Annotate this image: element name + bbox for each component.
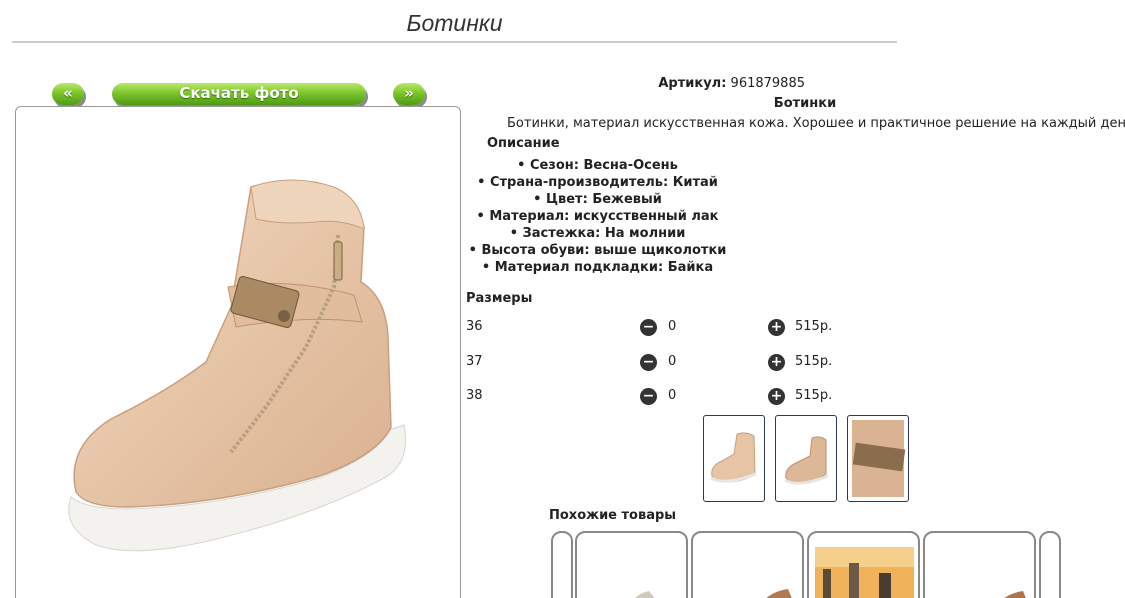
feature-item: Застежка: На молнии [465,225,730,242]
product-photo [68,179,406,552]
prev-photo-button[interactable]: « [52,83,84,105]
thumbnail-image [784,436,829,485]
photo-thumbnail[interactable] [847,415,909,502]
feature-item: Сезон: Весна-Осень [465,157,730,174]
size-row: 37 − 0 + 515р. [466,354,866,374]
next-photo-button[interactable]: » [393,83,425,105]
photo-thumbnail[interactable] [775,415,837,502]
similar-product-card[interactable] [691,531,804,598]
size-label: 38 [466,388,483,403]
minus-icon[interactable]: − [640,319,657,336]
plus-icon[interactable]: + [768,388,785,405]
plus-icon[interactable]: + [768,319,785,336]
size-row: 38 − 0 + 515р. [466,388,866,408]
thumbnail-image [710,432,757,483]
description-heading: Описание [487,136,560,151]
article-label: Артикул: [658,76,727,91]
feature-item: Материал: искусственный лак [465,208,730,225]
main-photo-frame [15,106,461,598]
photo-thumbnail[interactable] [703,415,765,502]
thumbnail-image [852,420,906,497]
plus-icon[interactable]: + [768,354,785,371]
product-name: Ботинки [773,96,837,111]
similar-product-card[interactable] [807,531,920,598]
article-value: 961879885 [730,76,805,91]
similar-product-image [1004,591,1026,598]
similar-product-image [815,547,914,598]
size-label: 36 [466,319,483,334]
size-price: 515р. [795,354,833,369]
similar-product-card[interactable] [923,531,1036,598]
similar-product-card[interactable] [1039,531,1061,598]
minus-icon[interactable]: − [640,388,657,405]
size-label: 37 [466,354,483,369]
similar-product-image [635,591,655,598]
feature-item: Высота обуви: выше щиколотки [465,242,730,259]
similar-product-card[interactable] [551,531,573,598]
size-quantity: 0 [668,319,677,334]
similar-products-heading: Похожие товары [549,508,677,523]
sizes-heading: Размеры [466,291,533,306]
article-line: Артикул: 961879885 [465,76,805,92]
size-price: 515р. [795,319,833,334]
feature-item: Страна-производитель: Китай [465,174,730,191]
size-price: 515р. [795,388,833,403]
similar-product-image [766,589,792,598]
feature-item: Материал подкладки: Байка [465,259,730,276]
similar-product-card[interactable] [575,531,688,598]
minus-icon[interactable]: − [640,354,657,371]
size-quantity: 0 [668,354,677,369]
page-title: Ботинки [12,10,897,43]
short-description: Ботинки, материал искусственная кожа. Хо… [507,116,1125,131]
size-quantity: 0 [668,388,677,403]
download-photo-button[interactable]: Скачать фото [112,83,366,105]
feature-list: Сезон: Весна-Осень Страна-производитель:… [465,157,730,276]
size-row: 36 − 0 + 515р. [466,319,866,339]
feature-item: Цвет: Бежевый [465,191,730,208]
